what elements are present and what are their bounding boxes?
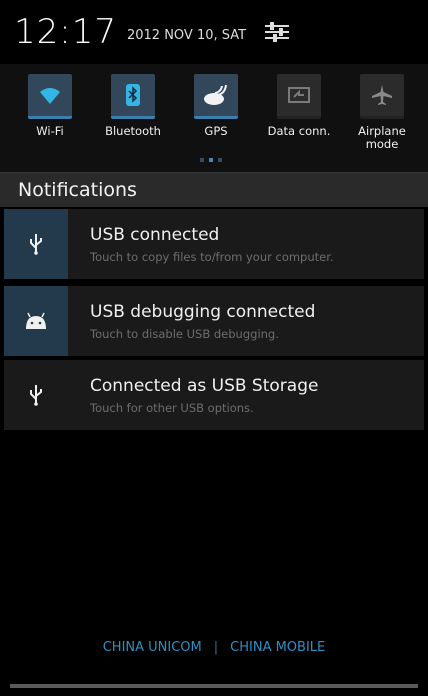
toggle-label: Data conn.	[267, 124, 331, 138]
toggle-data-connection[interactable]: Data conn.	[259, 74, 339, 151]
toggle-wifi[interactable]: Wi-Fi	[10, 74, 90, 151]
carrier-separator: |	[213, 640, 219, 655]
clock-time: 12:17	[14, 12, 117, 52]
toggle-label: Airplane mode	[358, 124, 406, 151]
carrier-right: CHINA MOBILE	[230, 640, 326, 655]
toggle-bluetooth[interactable]: Bluetooth	[93, 74, 173, 151]
notification-usb-debugging[interactable]: USB debugging connected Touch to disable…	[4, 286, 424, 356]
notification-subtitle: Touch to copy files to/from your compute…	[90, 249, 334, 264]
toggle-label: Bluetooth	[105, 124, 161, 138]
notification-title: USB debugging connected	[90, 301, 316, 322]
drag-handle[interactable]	[10, 684, 418, 688]
notification-title: Connected as USB Storage	[90, 375, 319, 396]
toggle-airplane[interactable]: Airplane mode	[342, 74, 422, 151]
notifications-header: Notifications	[0, 172, 428, 207]
toggle-label: GPS	[204, 124, 228, 138]
carrier-label: CHINA UNICOM | CHINA MOBILE	[0, 640, 428, 655]
notification-usb-connected[interactable]: USB connected Touch to copy files to/fro…	[4, 209, 424, 279]
notification-subtitle: Touch to disable USB debugging.	[90, 326, 279, 341]
page-indicator	[200, 158, 222, 162]
clock-date: 2012 NOV 10, SAT	[126, 27, 247, 43]
quick-settings-panel: Wi-Fi Bluetooth GPS Data conn. Airplane …	[0, 64, 428, 172]
wifi-icon	[40, 88, 60, 104]
notification-title: USB connected	[90, 224, 220, 245]
usb-icon	[30, 234, 42, 255]
airplane-icon	[372, 85, 392, 105]
data-connection-icon	[288, 87, 310, 103]
android-icon	[26, 312, 46, 329]
toggle-label: Wi-Fi	[36, 124, 64, 138]
notification-usb-storage[interactable]: Connected as USB Storage Touch for other…	[4, 360, 424, 430]
notifications-title: Notifications	[18, 179, 137, 201]
usb-icon	[30, 385, 42, 406]
notification-subtitle: Touch for other USB options.	[90, 400, 254, 415]
settings-button[interactable]	[262, 17, 292, 47]
status-header: 12:17 2012 NOV 10, SAT	[0, 0, 428, 64]
bluetooth-icon	[126, 84, 140, 106]
settings-sliders-icon	[265, 22, 290, 42]
toggle-gps[interactable]: GPS	[176, 74, 256, 151]
gps-icon	[204, 84, 227, 105]
carrier-left: CHINA UNICOM	[102, 640, 202, 655]
